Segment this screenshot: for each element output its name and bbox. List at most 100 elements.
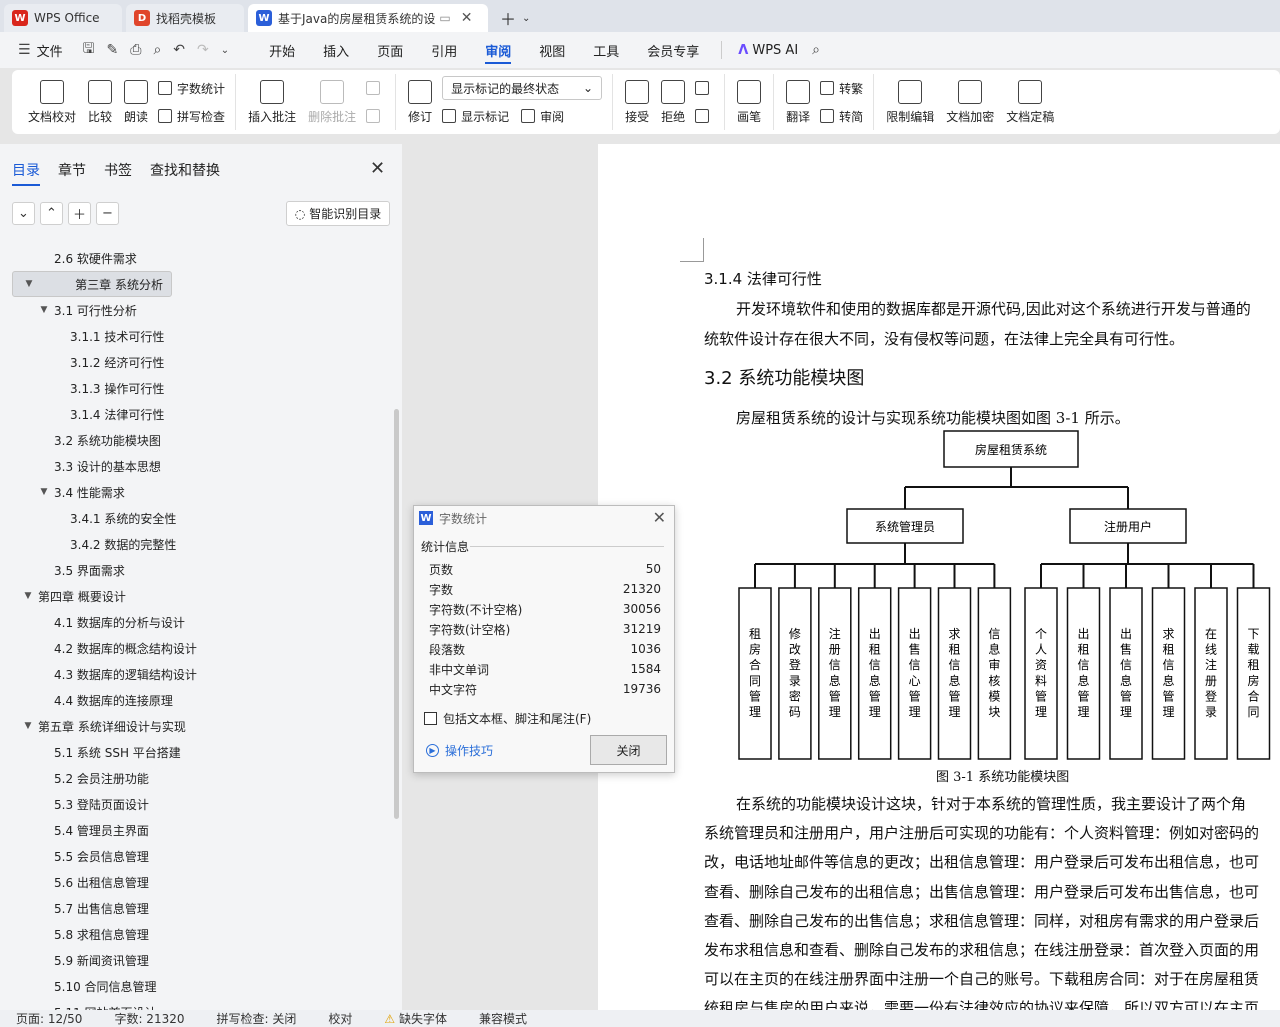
tab-template[interactable]: D 找稻壳模板 (126, 4, 244, 32)
wps-ai-button[interactable]: ᐱ WPS AI (730, 43, 806, 58)
toc-item[interactable]: ▼ 第三章 系统分析 (12, 271, 172, 297)
redo-icon[interactable]: ↷ (191, 42, 215, 58)
new-tab-button[interactable]: ＋ ⌄ (500, 4, 530, 32)
tab-bookmarks[interactable]: 书签 (104, 160, 132, 186)
plus-icon[interactable]: ＋ (68, 202, 91, 225)
toc-item[interactable]: 4.4 数据库的连接原理 (12, 687, 390, 713)
caret-down-icon[interactable]: ▼ (22, 591, 34, 601)
tab-wps-office[interactable]: W WPS Office (4, 4, 122, 32)
to-traditional-button[interactable]: 转繁 (820, 76, 863, 100)
missing-font-status[interactable]: ⚠ 缺失字体 (368, 1010, 463, 1027)
revise-button[interactable]: 修订 (402, 74, 438, 130)
tab-toc[interactable]: 目录 (12, 160, 40, 186)
proofread-status[interactable]: 校对 (312, 1010, 368, 1027)
spell-check-status[interactable]: 拼写检查: 关闭 (201, 1010, 313, 1027)
review-pane-button[interactable]: 审阅 (521, 104, 564, 128)
word-count-button[interactable]: 字数统计 (158, 76, 225, 100)
caret-down-icon[interactable]: ▼ (38, 305, 50, 315)
show-marks-button[interactable]: 显示标记 (442, 104, 509, 128)
toc-item[interactable]: ▼ 第五章 系统详细设计与实现 (12, 713, 390, 739)
to-simplified-button[interactable]: 转简 (820, 104, 863, 128)
reject-button[interactable]: 拒绝 (655, 74, 691, 130)
translate-button[interactable]: 翻译 (780, 74, 816, 130)
format-painter-icon[interactable]: ✎ (101, 42, 125, 58)
toc-item[interactable]: 3.1.4 法律可行性 (12, 401, 390, 427)
monitor-icon[interactable]: ▭ (439, 11, 450, 25)
proofread-button[interactable]: 文档校对 (22, 74, 82, 130)
toc-item[interactable]: 5.3 登陆页面设计 (12, 791, 390, 817)
menu-insert[interactable]: 插入 (309, 32, 363, 68)
file-menu[interactable]: 文件 (37, 41, 63, 60)
scrollbar[interactable] (394, 409, 399, 819)
close-tab-icon[interactable]: ✕ (461, 10, 473, 26)
hamburger-icon[interactable]: ☰ (12, 42, 37, 58)
smart-toc-button[interactable]: ◌ 智能识别目录 (286, 201, 390, 226)
page-indicator[interactable]: 页面: 12/50 (0, 1010, 98, 1027)
next-change-button[interactable] (695, 104, 714, 128)
undo-icon[interactable]: ↶ (167, 42, 191, 58)
toc-item[interactable]: 3.5 界面需求 (12, 557, 390, 583)
read-aloud-button[interactable]: 朗读 (118, 74, 154, 130)
expand-down-icon[interactable]: ⌄ (12, 202, 35, 225)
toc-item[interactable]: 5.5 会员信息管理 (12, 843, 390, 869)
menu-home[interactable]: 开始 (255, 32, 309, 68)
caret-down-icon[interactable]: ▼ (22, 721, 34, 731)
prev-comment-button[interactable] (366, 76, 385, 100)
toc-item[interactable]: 3.4.1 系统的安全性 (12, 505, 390, 531)
menu-review[interactable]: 审阅 (471, 32, 525, 68)
toc-item[interactable]: 3.4.2 数据的完整性 (12, 531, 390, 557)
prev-change-button[interactable] (695, 76, 714, 100)
tips-link[interactable]: ▶ 操作技巧 (426, 742, 493, 759)
spell-check-button[interactable]: 拼写检查 (158, 104, 225, 128)
close-icon[interactable]: ✕ (370, 158, 385, 179)
more-icon[interactable]: ⌄ (215, 45, 235, 56)
save-icon[interactable]: 🖫 (77, 38, 101, 62)
restrict-edit-button[interactable]: 限制编辑 (880, 74, 940, 130)
print-icon[interactable]: ⎙ (124, 42, 147, 58)
toc-item[interactable]: 5.6 出租信息管理 (12, 869, 390, 895)
toc-item[interactable]: 5.4 管理员主界面 (12, 817, 390, 843)
toc-item[interactable]: 3.1.1 技术可行性 (12, 323, 390, 349)
tab-chapters[interactable]: 章节 (58, 160, 86, 186)
word-count-indicator[interactable]: 字数: 21320 (98, 1010, 200, 1027)
minus-icon[interactable]: − (96, 202, 119, 225)
include-textbox-checkbox[interactable]: 包括文本框、脚注和尾注(F) (424, 710, 591, 727)
search-icon[interactable]: ⌕ (806, 42, 826, 58)
compare-button[interactable]: 比较 (82, 74, 118, 130)
delete-comment-button[interactable]: 删除批注 (302, 74, 362, 130)
toc-item[interactable]: 5.7 出售信息管理 (12, 895, 390, 921)
accept-button[interactable]: 接受 (619, 74, 655, 130)
toc-item[interactable]: 3.1.2 经济可行性 (12, 349, 390, 375)
toc-item[interactable]: 4.2 数据库的概念结构设计 (12, 635, 390, 661)
insert-comment-button[interactable]: 插入批注 (242, 74, 302, 130)
menu-tools[interactable]: 工具 (579, 32, 633, 68)
close-icon[interactable]: ✕ (653, 508, 666, 527)
toc-item[interactable]: 2.6 软硬件需求 (12, 245, 390, 271)
chevron-down-icon[interactable]: ⌄ (522, 13, 530, 24)
finalize-button[interactable]: 文档定稿 (1000, 74, 1060, 130)
tab-document[interactable]: W 基于Java的房屋租赁系统的设 ▭ ✕ (248, 4, 488, 32)
toc-item[interactable]: 3.2 系统功能模块图 (12, 427, 390, 453)
toc-item[interactable]: 5.9 新闻资讯管理 (12, 947, 390, 973)
compat-mode-status[interactable]: 兼容模式 (463, 1010, 543, 1027)
toc-item[interactable]: 5.2 会员注册功能 (12, 765, 390, 791)
caret-down-icon[interactable]: ▼ (38, 487, 50, 497)
toc-item[interactable]: ▼ 3.4 性能需求 (12, 479, 390, 505)
toc-item[interactable]: 3.3 设计的基本思想 (12, 453, 390, 479)
toc-item[interactable]: 4.1 数据库的分析与设计 (12, 609, 390, 635)
toc-item[interactable]: 5.1 系统 SSH 平台搭建 (12, 739, 390, 765)
collapse-up-icon[interactable]: ⌃ (40, 202, 63, 225)
toc-item[interactable]: ▼ 第四章 概要设计 (12, 583, 390, 609)
pen-button[interactable]: 画笔 (731, 74, 767, 130)
toc-item[interactable]: 5.8 求租信息管理 (12, 921, 390, 947)
menu-page[interactable]: 页面 (363, 32, 417, 68)
tab-find-replace[interactable]: 查找和替换 (150, 160, 220, 186)
next-comment-button[interactable] (366, 104, 385, 128)
encrypt-button[interactable]: 文档加密 (940, 74, 1000, 130)
menu-view[interactable]: 视图 (525, 32, 579, 68)
close-button[interactable]: 关闭 (590, 735, 667, 765)
toc-item[interactable]: 3.1.3 操作可行性 (12, 375, 390, 401)
toc-item[interactable]: 5.10 合同信息管理 (12, 973, 390, 999)
toc-item[interactable]: ▼ 3.1 可行性分析 (12, 297, 390, 323)
caret-down-icon[interactable]: ▼ (23, 279, 35, 289)
